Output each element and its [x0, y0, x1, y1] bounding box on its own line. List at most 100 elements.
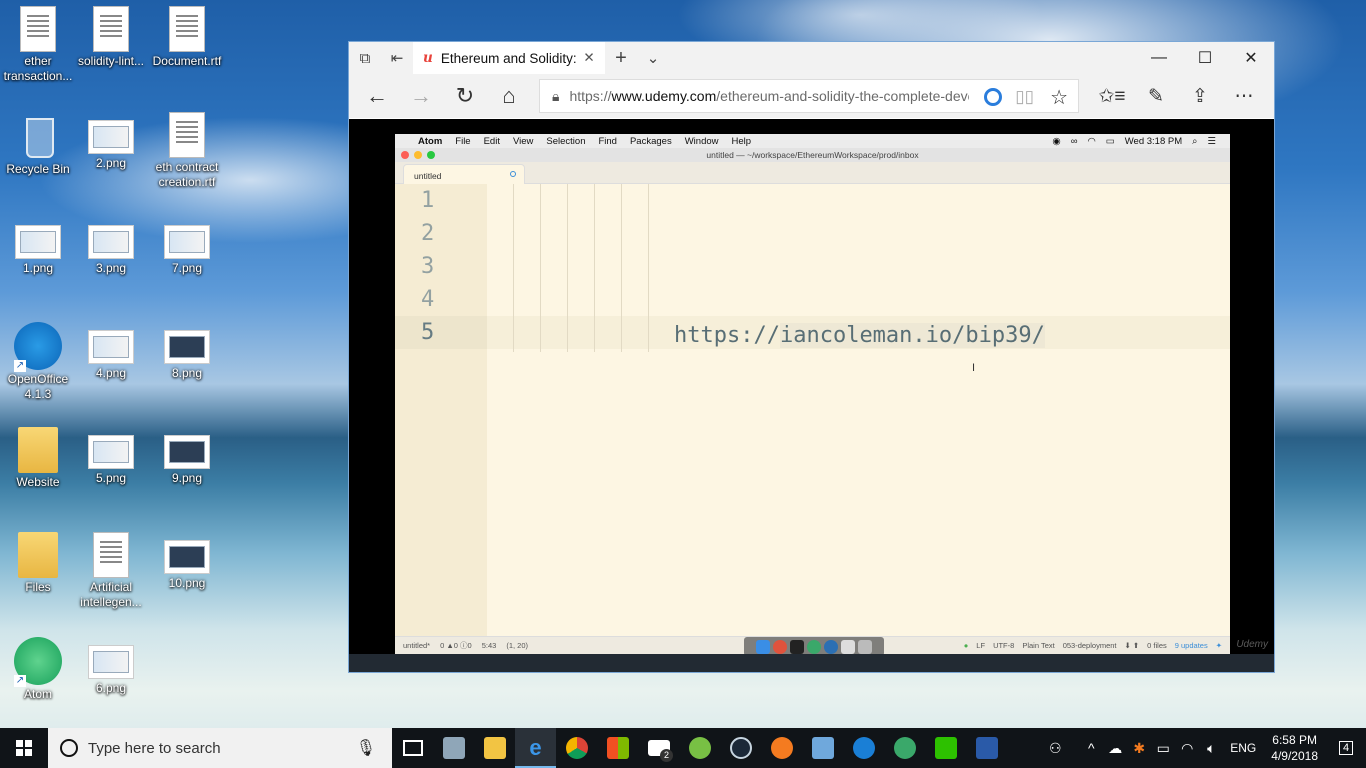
openoffice-icon	[14, 322, 62, 372]
document-icon	[93, 532, 129, 578]
atom-tab-bar: untitled	[395, 162, 1230, 184]
trash-dock-icon	[858, 639, 872, 654]
maximize-button[interactable]: ☐	[1182, 42, 1228, 74]
video-player[interactable]: Atom File Edit View Selection Find Packages Win…	[349, 119, 1274, 672]
desktop-icon-solidity-lint[interactable]: solidity-lint...	[73, 6, 149, 69]
home-icon[interactable]: ⌂	[487, 74, 531, 118]
volume-icon[interactable]: 🔈︎	[1199, 740, 1223, 757]
desktop-icon-6-png[interactable]: 6.png	[73, 637, 149, 696]
show-hidden-icons-chevron-icon[interactable]: ^	[1079, 740, 1103, 756]
desktop-icon-label: 3.png	[95, 261, 127, 275]
desktop-icon-label: Files	[25, 580, 51, 594]
language-indicator[interactable]: ENG	[1223, 741, 1263, 755]
store-icon[interactable]	[597, 728, 638, 768]
desktop-icon-files[interactable]: Files	[0, 532, 76, 595]
cortana-icon[interactable]	[984, 88, 1002, 106]
spotlight-search-icon: ⌕	[1192, 135, 1198, 147]
desktop-icon-ether-transaction[interactable]: ether transaction...	[0, 6, 76, 84]
desktop-icon-9-png[interactable]: 9.png	[149, 427, 225, 486]
back-arrow-icon[interactable]: ←	[355, 74, 399, 118]
web-note-pen-icon[interactable]: ✎	[1134, 74, 1178, 118]
close-light-icon	[401, 151, 409, 159]
taskbar-clock[interactable]: 6:58 PM 4/9/2018	[1263, 732, 1326, 764]
status-green-dot-icon: ●	[963, 641, 969, 650]
reading-view-icon[interactable]: ▯▯	[1015, 87, 1034, 107]
wifi-icon: ◠	[1087, 135, 1096, 147]
openoffice-taskbar-icon[interactable]	[843, 728, 884, 768]
desktop-icon-1-png[interactable]: 1.png	[0, 217, 76, 276]
clock-date: 4/9/2018	[1271, 749, 1318, 763]
close-window-button[interactable]: ✕	[1228, 42, 1274, 74]
forward-arrow-icon[interactable]: →	[399, 74, 443, 118]
desktop-icon-openoffice-4-1-3[interactable]: OpenOffice 4.1.3	[0, 322, 76, 402]
mac-menu-packages: Packages	[629, 135, 672, 147]
zoom-light-icon	[427, 151, 435, 159]
mac-menubar-status: ◉ ∞ ◠ ▭ Wed 3:18 PM ⌕ ☰	[1042, 134, 1216, 148]
desktop-icon-atom[interactable]: Atom	[0, 637, 76, 702]
refresh-icon[interactable]: ↻	[443, 74, 487, 118]
microphone-icon[interactable]: 🎙︎	[356, 738, 376, 758]
minimize-button[interactable]: —	[1136, 42, 1182, 74]
desktop-icon-artificial-intellegen[interactable]: Artificial intellegen...	[73, 532, 149, 610]
close-tab-icon[interactable]: ✕	[579, 50, 599, 66]
desktop-icon-4-png[interactable]: 4.png	[73, 322, 149, 381]
browser-tab-udemy[interactable]: u Ethereum and Solidity: T ✕	[413, 42, 605, 74]
steam-icon[interactable]	[720, 728, 761, 768]
desktop-icon-2-png[interactable]: 2.png	[73, 112, 149, 171]
cortana-circle-icon	[60, 739, 78, 757]
desktop-icon-document-rtf[interactable]: Document.rtf	[149, 6, 225, 69]
tab-list-icon[interactable]: ⧉	[349, 42, 381, 74]
mac-menu-selection: Selection	[546, 135, 586, 147]
mail-icon[interactable]: 2	[638, 728, 679, 768]
onedrive-icon[interactable]: ☁	[1103, 740, 1127, 757]
system-tray: ⚇ ^ ☁ ✱ ▭ ◠ 🔈︎ ENG 6:58 PM 4/9/2018 4	[1043, 728, 1366, 768]
desktop-icon-eth-contract-creation-rtf[interactable]: eth contract creation.rtf	[149, 112, 225, 190]
window-controls: — ☐ ✕	[1136, 42, 1274, 74]
atom-tab-untitled: untitled	[403, 164, 525, 184]
powershell-icon[interactable]	[966, 728, 1007, 768]
set-tabs-aside-icon[interactable]: ⇤	[381, 42, 413, 74]
start-button[interactable]	[0, 728, 48, 768]
status-grammar: Plain Text	[1022, 641, 1055, 650]
desktop-icon-7-png[interactable]: 7.png	[149, 217, 225, 276]
edge-browser-icon[interactable]: e	[515, 728, 556, 768]
chrome-icon[interactable]	[556, 728, 597, 768]
wechat-icon[interactable]	[925, 728, 966, 768]
power-icon[interactable]: ▭	[1151, 740, 1175, 757]
atom-taskbar-icon[interactable]	[884, 728, 925, 768]
avast-icon[interactable]	[761, 728, 802, 768]
url-host: www.udemy.com	[611, 88, 717, 104]
traffic-lights	[401, 151, 440, 159]
desktop-icon-10-png[interactable]: 10.png	[149, 532, 225, 591]
action-center-icon[interactable]: 4	[1326, 728, 1366, 768]
desktop-icon-recycle-bin[interactable]: Recycle Bin	[0, 112, 76, 177]
video-controls-strip[interactable]	[349, 654, 1274, 672]
desktop-icon-8-png[interactable]: 8.png	[149, 322, 225, 381]
taskbar-search-box[interactable]: Type here to search 🎙︎	[48, 728, 392, 768]
udemy-watermark: Udemy	[1236, 639, 1268, 650]
address-bar[interactable]: 🔒︎ https://www.udemy.com/ethereum-and-so…	[539, 79, 1079, 113]
desktop-icon-3-png[interactable]: 3.png	[73, 217, 149, 276]
photos-app-icon[interactable]	[433, 728, 474, 768]
more-menu-icon[interactable]: ⋯	[1222, 74, 1266, 118]
favorites-icon[interactable]: ✩≡	[1090, 74, 1134, 118]
address-url[interactable]: https://www.udemy.com/ethereum-and-solid…	[569, 88, 969, 104]
utorrent-icon[interactable]	[679, 728, 720, 768]
avast-tray-icon[interactable]: ✱	[1127, 740, 1151, 757]
wifi-tray-icon[interactable]: ◠	[1175, 740, 1199, 757]
new-tab-icon[interactable]: +	[605, 42, 637, 74]
battery-icon: ▭	[1105, 135, 1115, 147]
atom-icon	[14, 637, 62, 687]
photo-viewer-icon[interactable]	[802, 728, 843, 768]
task-view-icon[interactable]	[392, 728, 433, 768]
desktop-icon-website[interactable]: Website	[0, 427, 76, 490]
share-icon[interactable]: ⇪	[1178, 74, 1222, 118]
atom-dock-icon	[807, 639, 821, 654]
tab-preview-chevron-icon[interactable]: ⌄	[637, 42, 669, 74]
people-icon[interactable]: ⚇	[1043, 740, 1067, 757]
add-favorite-star-icon[interactable]: ☆	[1050, 85, 1068, 110]
search-placeholder: Type here to search	[88, 739, 221, 757]
desktop-icon-label: Recycle Bin	[6, 162, 70, 176]
desktop-icon-5-png[interactable]: 5.png	[73, 427, 149, 486]
file-explorer-icon[interactable]	[474, 728, 515, 768]
